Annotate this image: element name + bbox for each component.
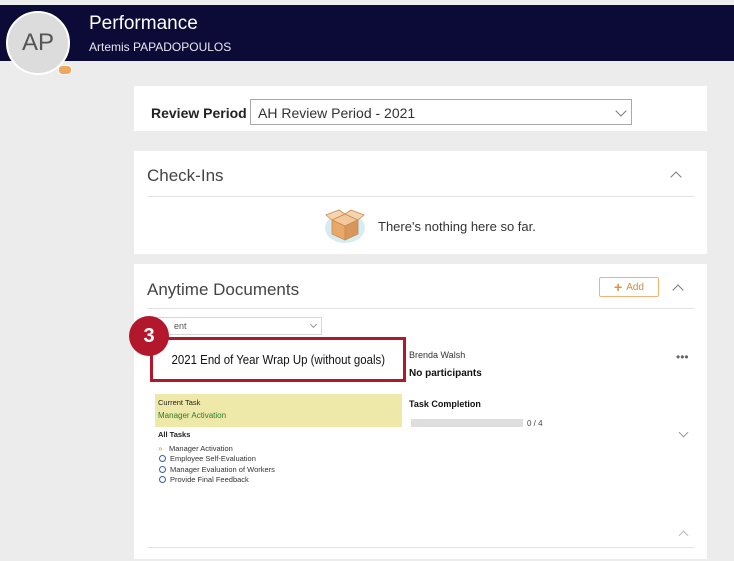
empty-state-message: There's nothing here so far.: [378, 219, 536, 234]
empty-box-icon: [325, 209, 365, 243]
task-item: Manager Evaluation of Workers: [158, 464, 275, 475]
document-title-highlight[interactable]: 2021 End of Year Wrap Up (without goals): [150, 337, 406, 382]
filter-value: ent: [174, 321, 187, 331]
document-title[interactable]: 2021 End of Year Wrap Up (without goals): [171, 352, 384, 367]
review-period-select[interactable]: AH Review Period - 2021: [250, 99, 632, 125]
task-label: Employee Self-Evaluation: [170, 454, 256, 464]
document-participants: No participants: [409, 368, 482, 379]
anytime-divider: [147, 308, 694, 309]
anytime-documents-title: Anytime Documents: [147, 280, 300, 299]
user-name: Artemis PAPADOPOULOS: [89, 40, 232, 54]
checkins-divider: [147, 196, 694, 197]
pending-circle-icon: [159, 465, 166, 473]
current-task-label: Current Task: [158, 398, 201, 407]
presence-badge: [58, 65, 72, 75]
task-label: Manager Evaluation of Workers: [170, 464, 275, 474]
page-title: Performance: [89, 13, 198, 34]
task-label: Manager Activation: [169, 443, 233, 453]
add-button-label: Add: [626, 281, 644, 293]
all-tasks-label: All Tasks: [158, 430, 191, 439]
task-completion-label: Task Completion: [409, 399, 481, 409]
task-item: » Manager Activation: [158, 443, 275, 454]
top-header-bar: Performance Artemis PAPADOPOULOS: [0, 5, 734, 61]
avatar-initials: AP: [21, 29, 54, 56]
pending-circle-icon: [159, 476, 166, 484]
current-task-panel: Current Task Manager Activation: [155, 394, 402, 427]
task-completion-value: 0 / 4: [527, 419, 543, 428]
current-task-value: Manager Activation: [158, 411, 227, 420]
collapse-checkins-icon[interactable]: [670, 171, 682, 183]
task-completion-progress-bar: [411, 419, 523, 427]
chevron-down-icon: [615, 105, 627, 117]
plus-icon: +: [614, 279, 623, 295]
document-filter-select[interactable]: ent: [147, 317, 322, 335]
checkins-title: Check-Ins: [147, 166, 224, 185]
more-options-icon[interactable]: •••: [676, 350, 689, 364]
task-item: Provide Final Feedback: [158, 475, 275, 486]
collapse-anytime-icon[interactable]: [672, 284, 684, 296]
document-owner: Brenda Walsh: [409, 350, 466, 360]
add-document-button[interactable]: + Add: [599, 277, 659, 297]
step-number-badge: 3: [129, 316, 169, 356]
anytime-documents-card: Anytime Documents + Add ent 2021 End of …: [134, 264, 707, 559]
review-period-value: AH Review Period - 2021: [258, 105, 416, 121]
task-item: Employee Self-Evaluation: [158, 454, 275, 465]
task-label: Provide Final Feedback: [170, 475, 249, 485]
review-period-label: Review Period: [151, 105, 247, 121]
current-step-arrow-icon: »: [158, 443, 163, 453]
task-list: » Manager Activation Employee Self-Evalu…: [158, 443, 275, 485]
collapse-section-icon[interactable]: [678, 530, 689, 541]
chevron-down-icon: [309, 320, 318, 329]
checkins-card: Check-Ins There's nothing here so far.: [134, 151, 707, 254]
bottom-divider: [147, 547, 694, 548]
review-period-card: Review Period AH Review Period - 2021: [134, 86, 707, 131]
expand-document-icon[interactable]: [678, 427, 689, 438]
pending-circle-icon: [159, 455, 166, 463]
